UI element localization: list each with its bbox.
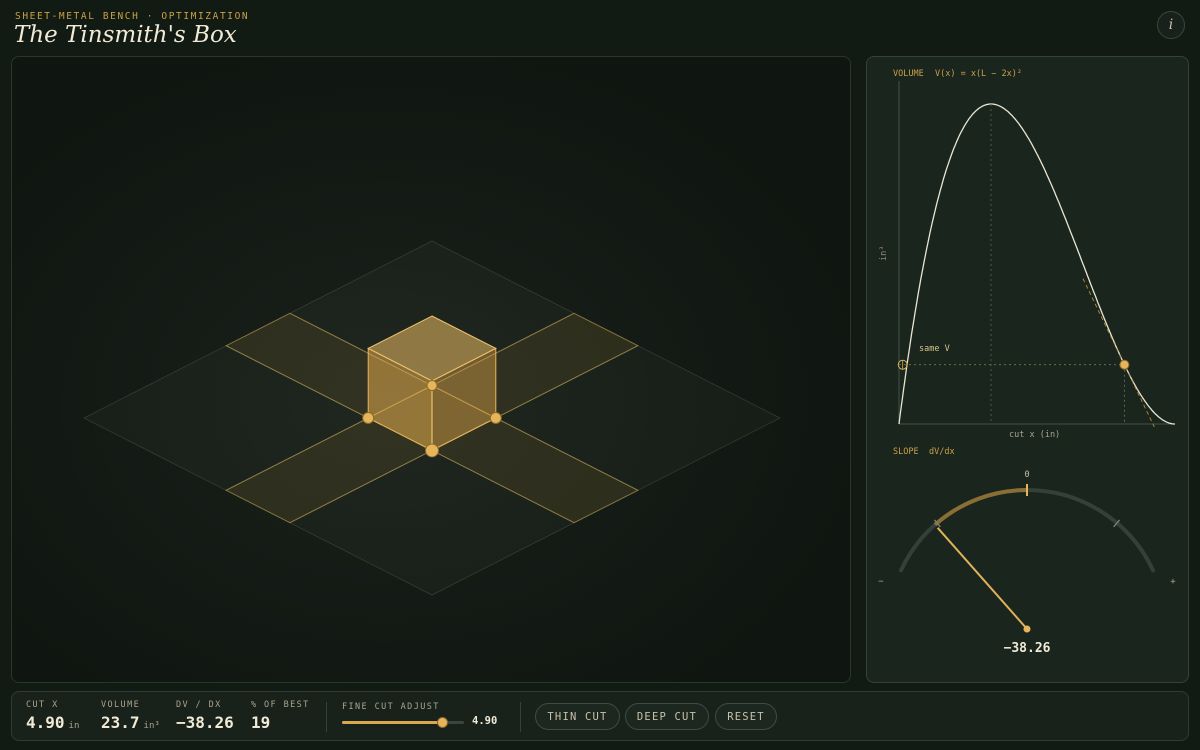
gauge-minus-label: −	[878, 577, 884, 587]
stat-volume-value: 23.7	[101, 713, 140, 732]
stat-cut-x: CUT X 4.90 in	[26, 700, 79, 732]
thin-cut-button[interactable]: THIN CUT	[535, 703, 620, 730]
stat-volume: VOLUME 23.7 in³	[101, 700, 160, 732]
volume-formula: V(x) = x(L − 2x)²	[935, 69, 1022, 79]
info-icon: i	[1168, 17, 1174, 33]
corner-handle	[489, 412, 502, 424]
volume-xlabel: cut x (in)	[1009, 430, 1060, 440]
divider	[326, 702, 327, 732]
volume-ylabel: in³	[879, 246, 889, 261]
stat-cut-x-unit: in	[68, 721, 80, 731]
analysis-panel: VOLUME V(x) = x(L − 2x)² in³ cut x (in) …	[866, 56, 1189, 683]
gauge-needle	[936, 527, 1028, 630]
control-bar: CUT X 4.90 in VOLUME 23.7 in³ DV / DX −38.…	[11, 691, 1189, 741]
slider-handle[interactable]	[436, 717, 448, 728]
gauge-zero-label: 0	[1024, 470, 1029, 480]
slope-sublabel: dV/dx	[929, 447, 955, 457]
page-title: The Tinsmith's Box	[14, 22, 237, 48]
info-button[interactable]: i	[1157, 11, 1185, 39]
slope-label: SLOPE	[893, 447, 919, 457]
analysis-svg: VOLUME V(x) = x(L − 2x)² in³ cut x (in) …	[878, 69, 1176, 656]
gauge-value: −38.26	[1004, 641, 1051, 656]
stat-cut-x-value: 4.90	[26, 713, 65, 732]
current-point	[1119, 359, 1130, 370]
stat-dvdx-label: DV / DX	[176, 700, 222, 710]
slider-fill	[342, 721, 442, 724]
corner-handle	[426, 380, 438, 392]
gauge-pivot	[1023, 625, 1031, 633]
box-isometric-svg	[83, 240, 781, 596]
box-viewport[interactable]	[11, 56, 851, 683]
divider	[520, 702, 521, 732]
fine-adjust-label: FINE CUT ADJUST	[342, 702, 440, 712]
stat-pct-best-value: 19	[251, 713, 271, 732]
corner-handle	[425, 443, 439, 458]
fine-adjust-slider[interactable]	[342, 717, 464, 728]
gauge-plus-label: +	[1170, 577, 1176, 587]
fine-adjust-value: 4.90	[472, 715, 498, 727]
stat-volume-label: VOLUME	[101, 700, 141, 710]
stat-volume-unit: in³	[143, 721, 160, 731]
corner-handle	[362, 412, 375, 424]
reset-button[interactable]: RESET	[715, 703, 777, 730]
volume-curve	[898, 103, 1175, 425]
stat-dvdx: DV / DX −38.26	[176, 700, 234, 732]
app-kicker: SHEET-METAL BENCH · OPTIMIZATION	[15, 11, 250, 22]
same-v-label: same V	[919, 344, 950, 354]
stat-dvdx-value: −38.26	[176, 713, 234, 732]
volume-plot-label: VOLUME	[893, 69, 924, 79]
stat-pct-best: % OF BEST 19	[251, 700, 310, 732]
stat-pct-best-label: % OF BEST	[251, 700, 310, 710]
stat-cut-x-label: CUT X	[26, 700, 59, 710]
gauge-value-arc	[933, 488, 1028, 527]
deep-cut-button[interactable]: DEEP CUT	[625, 703, 709, 730]
